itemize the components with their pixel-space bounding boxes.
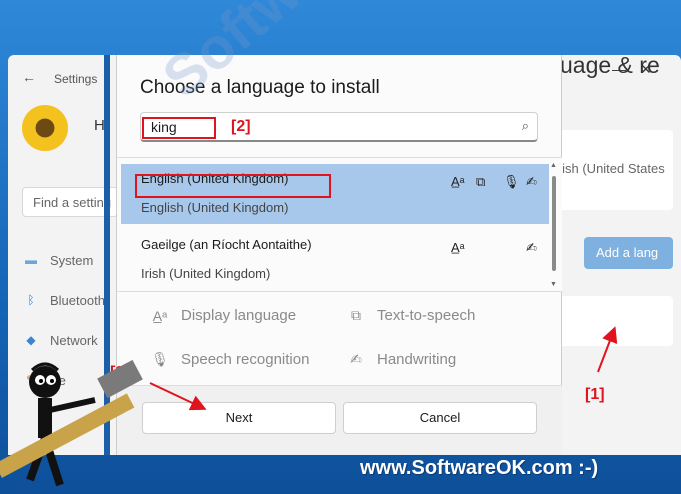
legend-text-to-speech: ⧉ Text-to-speech <box>347 307 475 324</box>
dialog-footer: Next Cancel <box>117 385 562 455</box>
choose-language-dialog: Choose a language to install king ⌕ Engl… <box>116 55 562 455</box>
text-to-speech-icon: ⧉ <box>476 174 486 189</box>
language-name: Gaeilge (an Ríocht Aontaithe) <box>141 237 312 252</box>
settings-card <box>544 296 673 346</box>
display-language-icon: A̲ᵃ <box>451 174 465 189</box>
add-language-button[interactable]: Add a lang <box>584 237 673 269</box>
sidebar-item-label: Bluetooth <box>50 292 105 308</box>
back-arrow-icon[interactable]: ← <box>22 69 36 85</box>
bluetooth-icon: ᛒ <box>27 293 35 307</box>
footer-brand-text: www.SoftwareOK.com :-) <box>360 457 599 479</box>
next-button[interactable]: Next <box>142 402 336 434</box>
cancel-button[interactable]: Cancel <box>343 402 537 434</box>
scroll-up-icon[interactable]: ▲ <box>550 162 557 169</box>
annotation-box-search <box>142 117 216 139</box>
annotation-label-1: [1] <box>585 386 605 403</box>
legend-label: Handwriting <box>377 351 457 368</box>
scroll-down-icon[interactable]: ▼ <box>550 281 557 288</box>
sidebar-item-label: System <box>50 252 94 268</box>
handwriting-icon: ✍︎ <box>526 240 537 255</box>
legend-label: Text-to-speech <box>377 307 476 324</box>
search-icon: ⌕ <box>521 118 529 133</box>
preferred-language-row[interactable]: glish (United States <box>552 161 665 176</box>
page-heading: uage & re <box>560 52 660 78</box>
mascot-figure-icon <box>0 360 143 487</box>
sidebar-item-label: Network <box>50 332 98 348</box>
language-native-name: English (United Kingdom) <box>141 200 289 215</box>
display-language-icon: A̲ᵃ <box>152 307 168 324</box>
avatar <box>22 105 68 151</box>
legend-speech-recognition: 🎙︎ Speech recognition <box>151 351 309 368</box>
annotation-box-selected-language <box>135 174 331 198</box>
legend-display-language: A̲ᵃ Display language <box>151 307 296 324</box>
list-scrollbar[interactable]: ▲ ▼ <box>550 162 558 288</box>
text-to-speech-icon: ⧉ <box>351 307 361 323</box>
legend-label: Display language <box>181 307 297 324</box>
settings-title: Settings <box>54 72 98 86</box>
handwriting-icon: ✍︎ <box>350 351 362 367</box>
display-language-icon: A̲ᵃ <box>451 240 465 255</box>
language-native-name: Irish (United Kingdom) <box>141 266 271 281</box>
handwriting-icon: ✍︎ <box>526 174 537 189</box>
list-item-irish-uk[interactable]: Gaeilge (an Ríocht Aontaithe) Irish (Uni… <box>121 230 549 290</box>
wifi-icon: ◆ <box>26 333 36 347</box>
microphone-icon: 🎙︎ <box>151 351 169 367</box>
legend-label: Speech recognition <box>181 351 310 368</box>
scroll-thumb[interactable] <box>552 176 556 271</box>
speech-recognition-icon: 🎙︎ <box>503 174 520 189</box>
monitor-icon: ▬ <box>25 253 37 267</box>
legend-handwriting: ✍︎ Handwriting <box>347 351 456 368</box>
annotation-label-2: [2] <box>231 118 251 135</box>
